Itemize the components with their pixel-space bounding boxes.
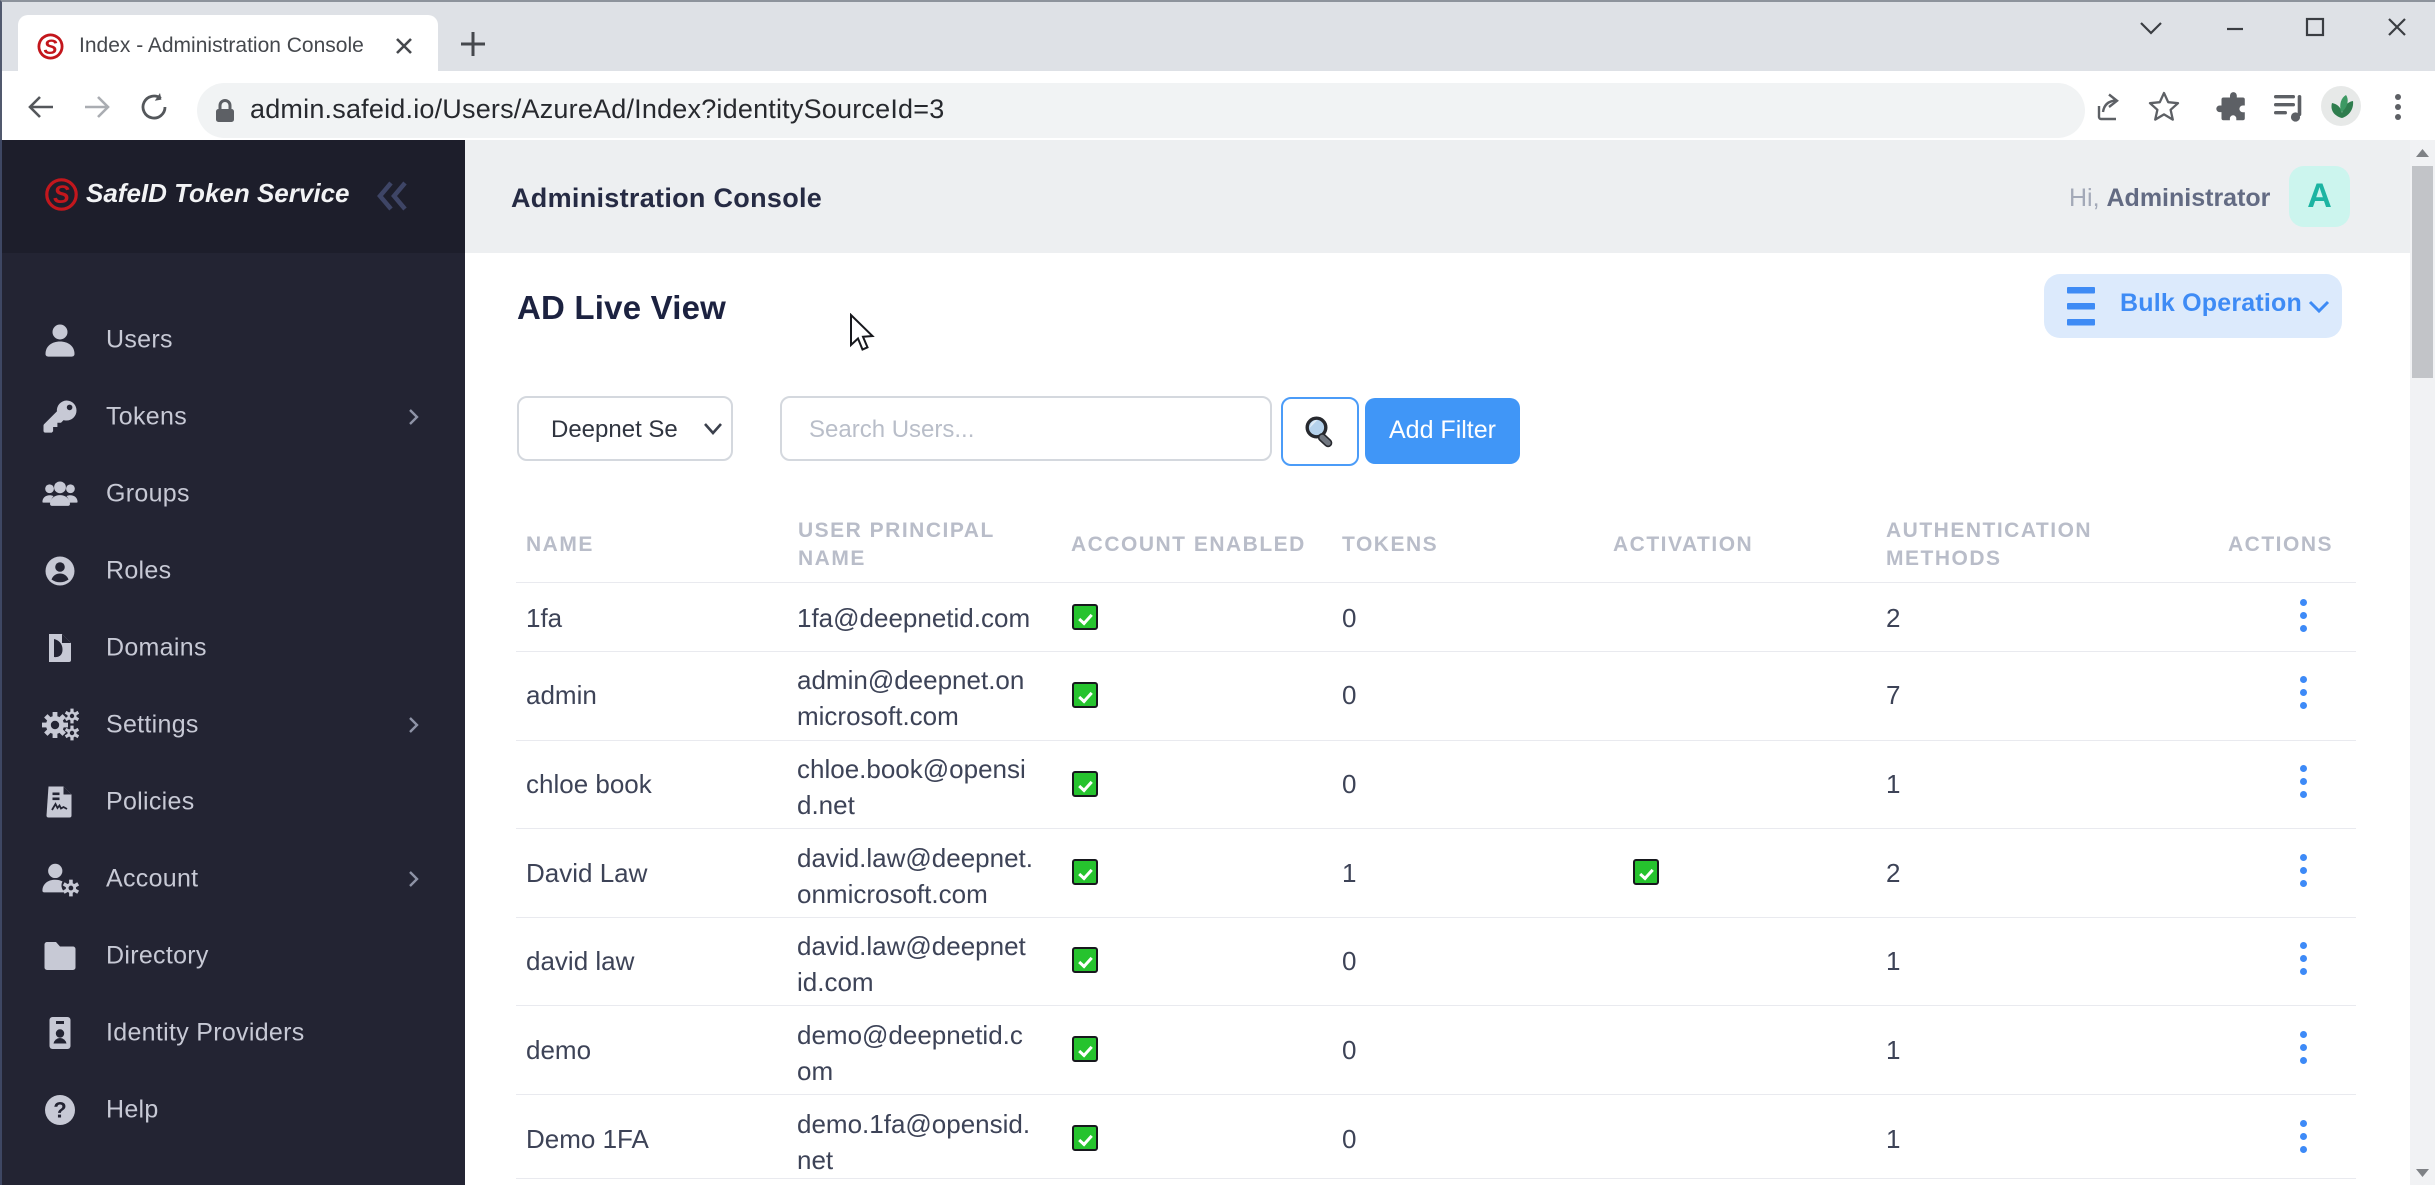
svg-text:S: S <box>43 36 57 59</box>
svg-text:S: S <box>53 181 70 209</box>
svg-text:?: ? <box>53 1098 66 1123</box>
